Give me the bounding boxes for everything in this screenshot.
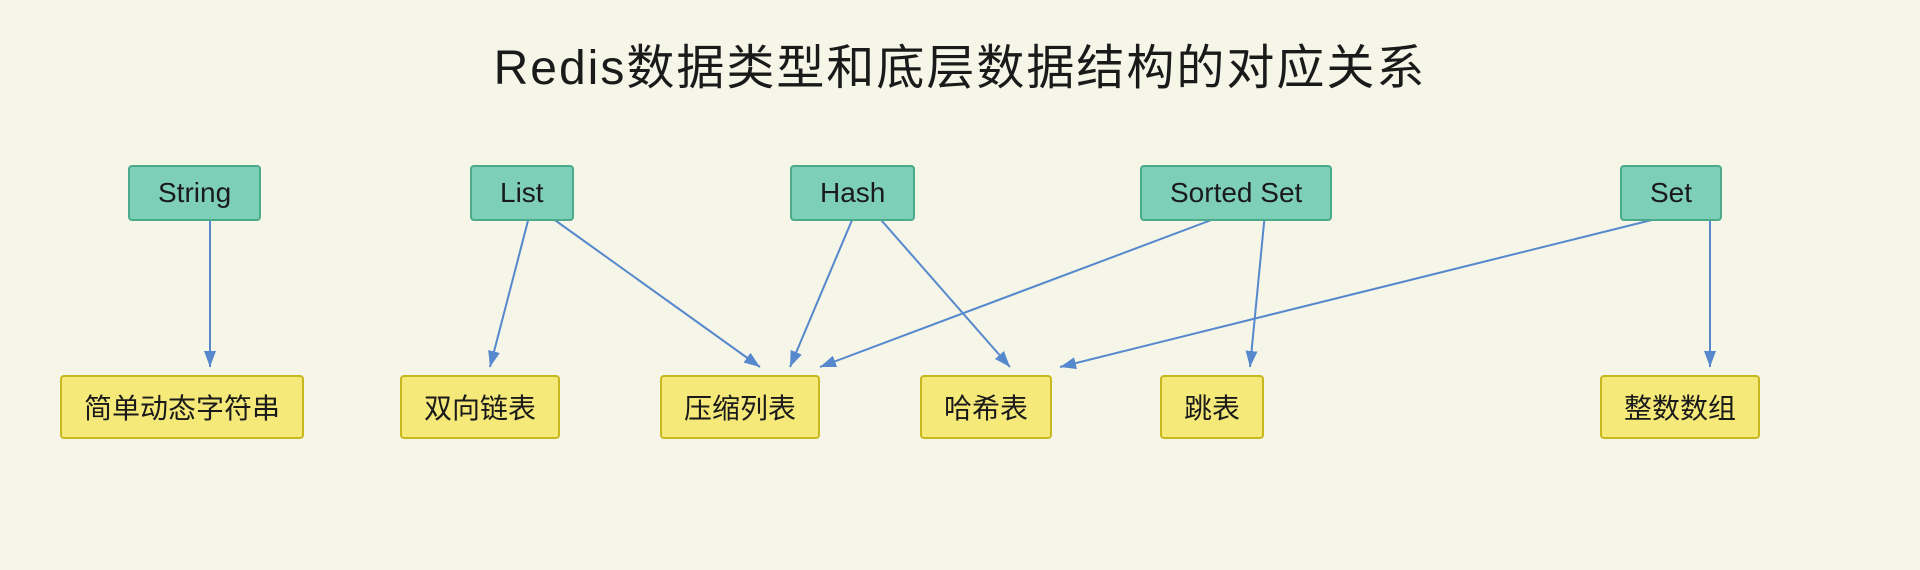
bottom-box-hashtable: 哈希表: [920, 375, 1052, 439]
bottom-box-linkedlist: 双向链表: [400, 375, 560, 439]
top-box-list: List: [470, 165, 574, 221]
top-box-sorted-set: Sorted Set: [1140, 165, 1332, 221]
top-box-set: Set: [1620, 165, 1722, 221]
main-container: Redis数据类型和底层数据结构的对应关系: [0, 0, 1920, 570]
bottom-box-skiplist: 跳表: [1160, 375, 1264, 439]
top-box-string: String: [128, 165, 261, 221]
bottom-box-intset: 整数数组: [1600, 375, 1760, 439]
bottom-box-sds: 简单动态字符串: [60, 375, 304, 439]
diagram-area: String List Hash Sorted Set Set 简单动态字符串 …: [0, 145, 1920, 570]
top-box-hash: Hash: [790, 165, 915, 221]
bottom-box-ziplist: 压缩列表: [660, 375, 820, 439]
page-title: Redis数据类型和底层数据结构的对应关系: [0, 0, 1920, 98]
